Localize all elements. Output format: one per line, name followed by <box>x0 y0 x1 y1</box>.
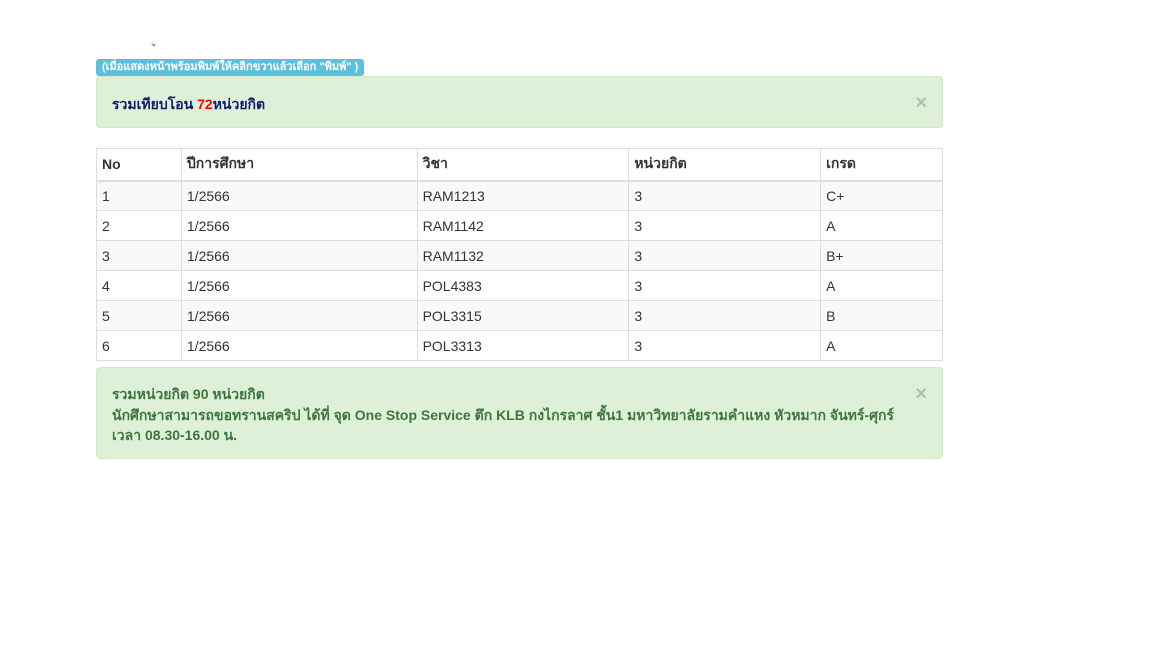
total-summary-alert: รวมหน่วยกิต 90 หน่วยกิต นักศึกษาสามารถขอ… <box>96 367 943 459</box>
table-row: 3 1/2566 RAM1132 3 B+ <box>96 240 943 271</box>
cell-subject: POL4383 <box>416 270 630 301</box>
print-hint-badge: (เมื่อแสดงหน้าพร้อมพิมพ์ให้คลิกขวาแล้วเล… <box>96 59 365 76</box>
header-credits: หน่วยกิต <box>628 148 822 182</box>
course-table: No ปีการศึกษา วิชา หน่วยกิต เกรด 1 1/256… <box>96 148 943 361</box>
cell-grade: B <box>820 300 943 331</box>
cell-no: 5 <box>96 300 182 331</box>
transfer-summary-suffix: หน่วยกิต <box>212 96 266 112</box>
cell-credits: 3 <box>628 210 822 241</box>
cell-no: 1 <box>96 180 182 211</box>
close-icon[interactable]: × <box>915 384 927 404</box>
cell-academic-year: 1/2566 <box>180 210 418 241</box>
cell-grade: A <box>820 210 943 241</box>
header-subject: วิชา <box>416 148 630 182</box>
cell-subject: RAM1132 <box>416 240 630 271</box>
cell-subject: POL3315 <box>416 300 630 331</box>
close-icon[interactable]: × <box>915 93 927 113</box>
cell-no: 6 <box>96 330 182 361</box>
cell-grade: A <box>820 330 943 361</box>
table-row: 2 1/2566 RAM1142 3 A <box>96 210 943 241</box>
transfer-credits-value: 72 <box>197 96 213 112</box>
header-no: No <box>96 148 182 182</box>
cell-credits: 3 <box>628 330 822 361</box>
cell-subject: RAM1213 <box>416 180 630 211</box>
header-academic-year: ปีการศึกษา <box>180 148 418 182</box>
cell-subject: POL3313 <box>416 330 630 361</box>
cell-no: 4 <box>96 270 182 301</box>
cell-academic-year: 1/2566 <box>180 240 418 271</box>
cell-academic-year: 1/2566 <box>180 330 418 361</box>
cell-academic-year: 1/2566 <box>180 180 418 211</box>
cell-credits: 3 <box>628 180 822 211</box>
cell-no: 3 <box>96 240 182 271</box>
transfer-summary-alert: รวมเทียบโอน 72หน่วยกิต × <box>96 76 943 128</box>
cell-grade: A <box>820 270 943 301</box>
table-row: 5 1/2566 POL3315 3 B <box>96 300 943 331</box>
cell-subject: RAM1142 <box>416 210 630 241</box>
table-row: 1 1/2566 RAM1213 3 C+ <box>96 180 943 211</box>
transcript-info-text: นักศึกษาสามารถขอทรานสคริป ได้ที่ จุด One… <box>112 406 894 444</box>
table-row: 6 1/2566 POL3313 3 A <box>96 330 943 361</box>
cell-credits: 3 <box>628 270 822 301</box>
total-credits-text: รวมหน่วยกิต 90 หน่วยกิต <box>112 386 265 402</box>
table-row: 4 1/2566 POL4383 3 A <box>96 270 943 301</box>
cell-no: 2 <box>96 210 182 241</box>
cell-grade: C+ <box>820 180 943 211</box>
transfer-summary-prefix: รวมเทียบโอน <box>112 96 198 112</box>
cell-credits: 3 <box>628 300 822 331</box>
table-header-row: No ปีการศึกษา วิชา หน่วยกิต เกรด <box>96 148 943 182</box>
header-grade: เกรด <box>820 148 943 182</box>
cell-academic-year: 1/2566 <box>180 270 418 301</box>
cell-academic-year: 1/2566 <box>180 300 418 331</box>
cell-credits: 3 <box>628 240 822 271</box>
cell-grade: B+ <box>820 240 943 271</box>
